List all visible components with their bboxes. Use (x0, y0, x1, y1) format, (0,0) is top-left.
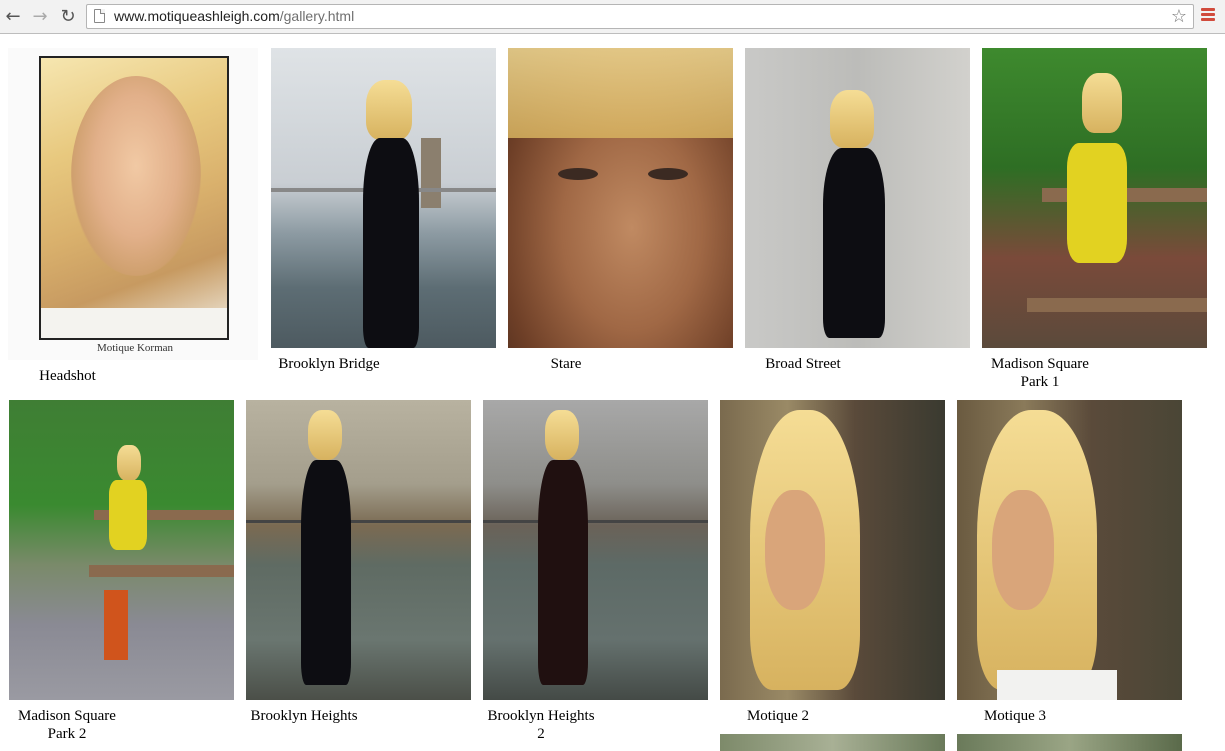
headshot-signature: Motique Korman (96, 342, 174, 354)
arrow-left-icon: ← (5, 5, 21, 27)
photo-broad-street[interactable] (745, 48, 970, 348)
caption-broad-street: Broad Street (765, 356, 841, 372)
browser-toolbar: ← → ↻ www.motiqueashleigh.com/gallery.ht… (0, 0, 1225, 34)
arrow-right-icon: → (32, 5, 48, 27)
photo-madison-square-park-1[interactable] (982, 48, 1207, 348)
photo-motique-2[interactable] (720, 400, 945, 700)
hamburger-menu-icon[interactable] (1201, 8, 1215, 24)
caption-madison-square-park-1: Madison Square Park 1 (982, 355, 1098, 391)
caption-brooklyn-bridge: Brooklyn Bridge (278, 356, 380, 372)
caption-motique-2: Motique 2 (746, 708, 810, 724)
photo-partial[interactable] (720, 734, 945, 751)
page-icon (94, 9, 105, 23)
url-text[interactable]: www.motiqueashleigh.com/gallery.html (114, 8, 354, 24)
caption-motique-3: Motique 3 (983, 708, 1047, 724)
photo-brooklyn-heights[interactable] (246, 400, 471, 700)
reload-icon: ↻ (60, 5, 76, 27)
caption-line: Park 2 (47, 726, 87, 742)
photo-motique-3[interactable] (957, 400, 1182, 700)
url-path: /gallery.html (279, 8, 355, 24)
caption-line: Brooklyn Heights (487, 708, 595, 724)
photo-brooklyn-heights-2[interactable] (483, 400, 708, 700)
caption-line: Madison Square (18, 708, 116, 724)
reload-button[interactable]: ↻ (57, 5, 79, 27)
caption-stare: Stare (550, 356, 582, 372)
forward-button[interactable]: → (29, 5, 51, 27)
caption-headshot: Headshot (39, 368, 96, 384)
star-icon[interactable]: ☆ (1171, 6, 1187, 27)
headshot-image[interactable] (39, 56, 229, 340)
address-bar[interactable]: www.motiqueashleigh.com/gallery.html ☆ (86, 4, 1194, 29)
caption-line: Madison Square (991, 356, 1089, 372)
url-host: www.motiqueashleigh.com (114, 8, 280, 24)
caption-brooklyn-heights: Brooklyn Heights (250, 708, 358, 724)
photo-brooklyn-bridge[interactable] (271, 48, 496, 348)
photo-stare[interactable] (508, 48, 733, 348)
caption-brooklyn-heights-2: Brooklyn Heights 2 (483, 707, 599, 743)
caption-line: 2 (537, 726, 545, 742)
caption-madison-square-park-2: Madison Square Park 2 (9, 707, 125, 743)
photo-partial[interactable] (957, 734, 1182, 751)
photo-madison-square-park-2[interactable] (9, 400, 234, 700)
caption-line: Park 1 (1020, 374, 1060, 390)
back-button[interactable]: ← (2, 5, 24, 27)
